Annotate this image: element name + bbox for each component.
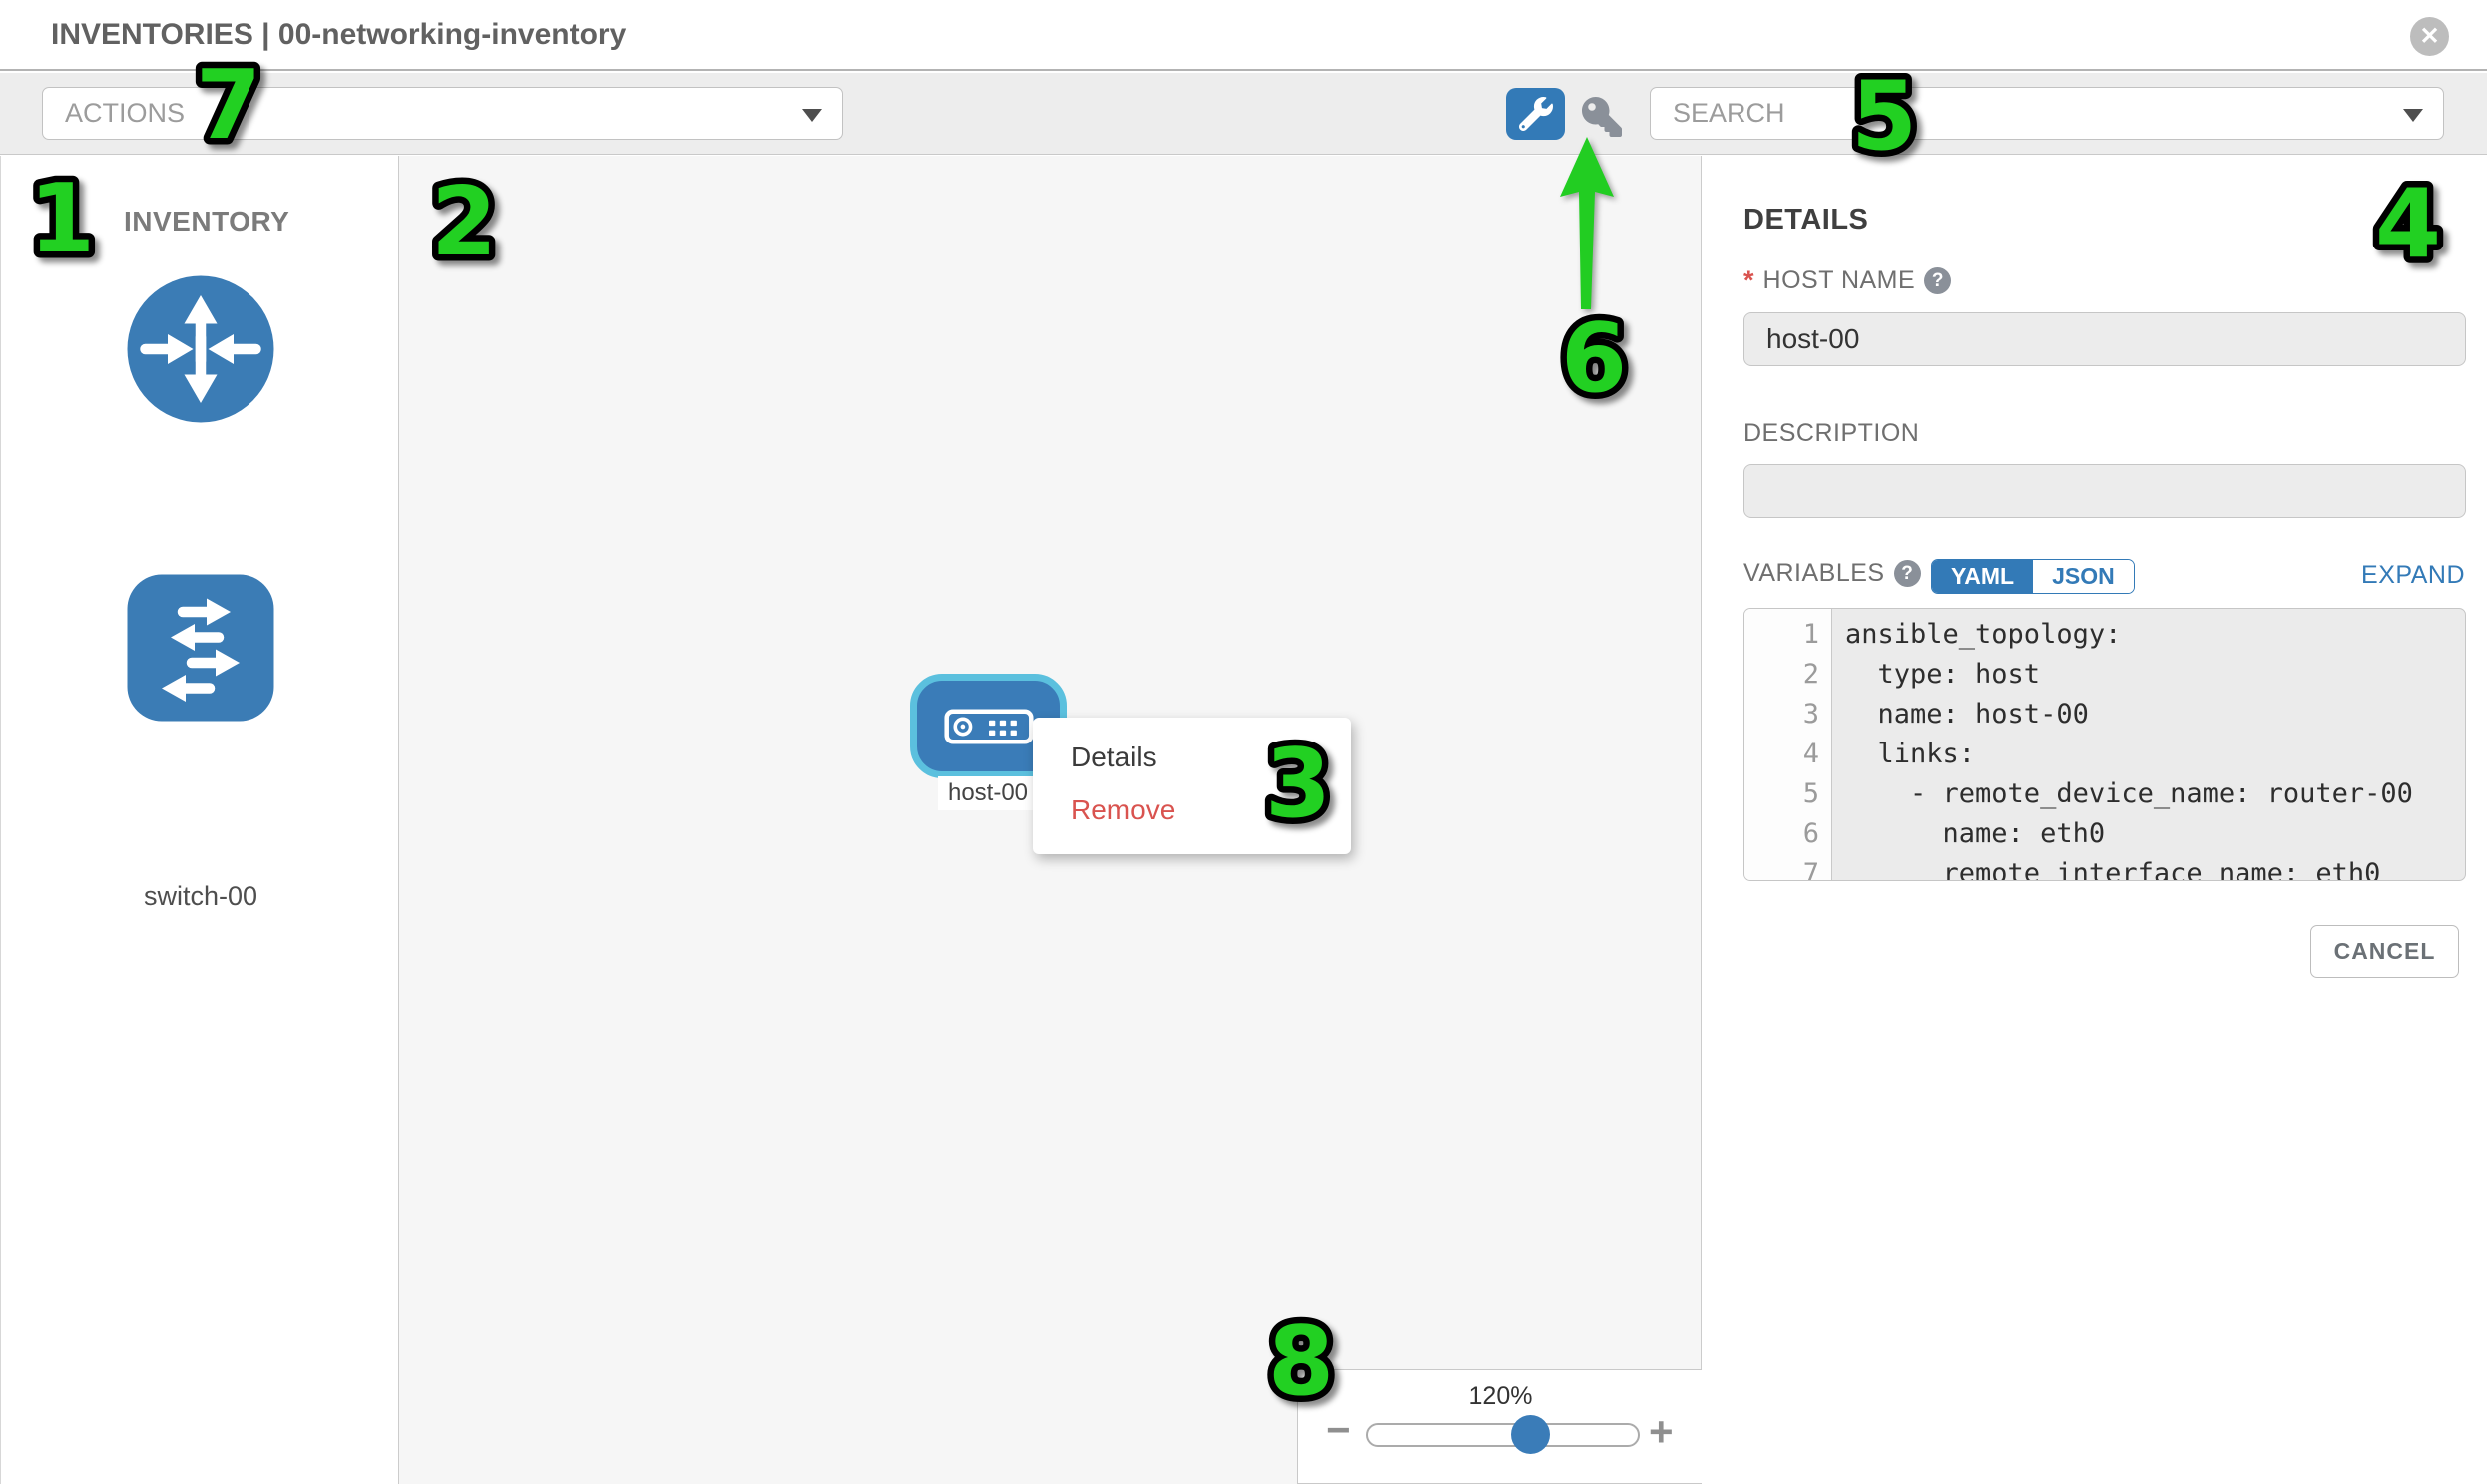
variables-label: VARIABLES	[1743, 559, 1885, 588]
code-line: 7 remote_interface_name: eth0	[1744, 858, 2465, 881]
help-icon[interactable]: ?	[1924, 267, 1951, 294]
line-number: 2	[1744, 659, 1832, 699]
line-number: 7	[1744, 858, 1832, 881]
code-line: 2 type: host	[1744, 659, 2465, 699]
zoom-control-panel: 120% − +	[1297, 1369, 1702, 1484]
description-field[interactable]	[1743, 464, 2466, 518]
context-menu-item-details[interactable]: Details	[1033, 731, 1351, 783]
editor-lines: 1ansible_topology: 2 type: host 3 name: …	[1744, 609, 2465, 881]
search-dropdown[interactable]: SEARCH	[1650, 87, 2444, 140]
line-number: 3	[1744, 699, 1832, 739]
variables-format-toggle: YAML JSON	[1931, 559, 2135, 594]
chevron-down-icon	[802, 109, 822, 122]
zoom-level-value: 120%	[1298, 1382, 1703, 1411]
toolbar-wrench-button[interactable]	[1506, 88, 1565, 140]
toolbar: ACTIONS SEARCH	[0, 73, 2487, 155]
inventory-topology-app: INVENTORIES | 00-networking-inventory ✕ …	[0, 0, 2487, 1484]
zoom-out-icon[interactable]: −	[1326, 1406, 1351, 1454]
variables-label-row: VARIABLES ?	[1743, 553, 1921, 593]
code-line: 6 name: eth0	[1744, 818, 2465, 858]
host-icon	[943, 709, 1035, 744]
line-text: type: host	[1832, 659, 2040, 699]
line-text: remote_interface_name: eth0	[1832, 858, 2380, 881]
cancel-button[interactable]: CANCEL	[2310, 925, 2459, 978]
host-name-label: HOST NAME	[1763, 266, 1916, 295]
actions-dropdown[interactable]: ACTIONS	[42, 87, 843, 140]
details-panel: DETAILS * HOST NAME ? host-00 DESCRIPTIO…	[1703, 156, 2487, 1484]
line-text: name: eth0	[1832, 818, 2105, 858]
code-line: 5 - remote_device_name: router-00	[1744, 778, 2465, 818]
host-name-field[interactable]: host-00	[1743, 312, 2466, 366]
topology-canvas[interactable]: host-00 Details Remove 120% − +	[399, 156, 1702, 1484]
close-icon[interactable]: ✕	[2410, 17, 2449, 56]
description-label: DESCRIPTION	[1743, 419, 1919, 448]
line-number: 1	[1744, 619, 1832, 659]
line-number: 6	[1744, 818, 1832, 858]
chevron-down-icon	[2403, 109, 2423, 122]
line-text: links:	[1832, 739, 1975, 778]
host-name-label-row: * HOST NAME ?	[1743, 265, 1951, 296]
toggle-json-button[interactable]: JSON	[2033, 560, 2134, 593]
required-asterisk: *	[1743, 265, 1754, 296]
help-icon[interactable]: ?	[1894, 560, 1921, 587]
expand-link[interactable]: EXPAND	[2361, 561, 2465, 590]
wrench-icon	[1519, 97, 1553, 131]
titlebar: INVENTORIES | 00-networking-inventory ✕	[0, 0, 2487, 71]
description-label-row: DESCRIPTION	[1743, 419, 1919, 448]
details-panel-title: DETAILS	[1743, 204, 1868, 237]
zoom-slider-thumb[interactable]	[1511, 1415, 1550, 1454]
switch-icon[interactable]	[126, 573, 275, 723]
toggle-yaml-button[interactable]: YAML	[1932, 560, 2033, 593]
close-glyph: ✕	[2419, 23, 2439, 50]
line-number: 4	[1744, 739, 1832, 778]
code-line: 3 name: host-00	[1744, 699, 2465, 739]
key-icon	[1582, 97, 1622, 137]
zoom-in-icon[interactable]: +	[1649, 1408, 1674, 1456]
code-line: 1ansible_topology:	[1744, 619, 2465, 659]
search-dropdown-label: SEARCH	[1673, 88, 1785, 139]
node-context-menu: Details Remove	[1033, 718, 1351, 854]
context-menu-item-remove[interactable]: Remove	[1033, 783, 1351, 836]
actions-dropdown-label: ACTIONS	[65, 88, 185, 139]
variables-code-editor[interactable]: 1ansible_topology: 2 type: host 3 name: …	[1743, 608, 2466, 881]
code-line: 4 links:	[1744, 739, 2465, 778]
device-palette-sidebar: INVENTORY router-00 switch-00	[0, 156, 399, 1484]
zoom-slider-track[interactable]	[1366, 1423, 1640, 1447]
device-label-switch: switch-00	[1, 881, 400, 912]
page-title: INVENTORIES | 00-networking-inventory	[51, 0, 626, 69]
host-node-label: host-00	[938, 776, 1038, 810]
toolbar-key-button[interactable]	[1580, 99, 1624, 135]
line-number: 5	[1744, 778, 1832, 818]
line-text: name: host-00	[1832, 699, 2089, 739]
sidebar-title: INVENTORY	[124, 206, 289, 238]
router-icon[interactable]	[126, 274, 275, 424]
line-text: ansible_topology:	[1832, 619, 2121, 659]
line-text: - remote_device_name: router-00	[1832, 778, 2413, 818]
